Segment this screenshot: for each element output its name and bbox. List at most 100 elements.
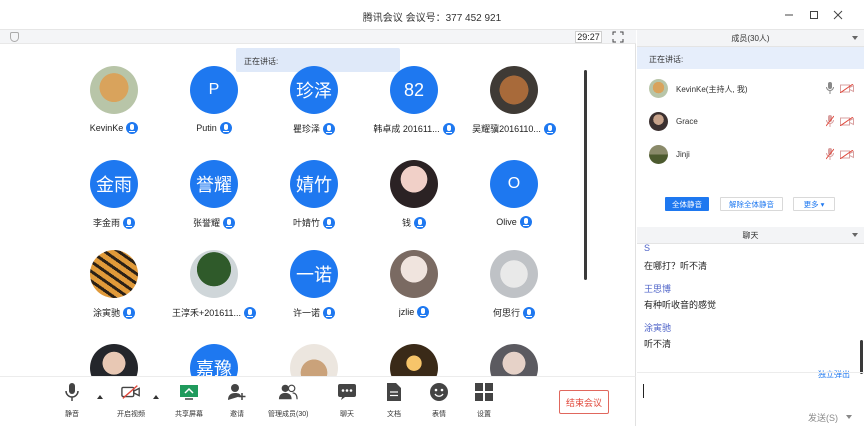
member-row[interactable]: KevinKe(主持人, 我) <box>637 73 864 105</box>
participant-name: 许一诺 <box>292 308 320 318</box>
chat-scrollbar[interactable] <box>860 340 863 374</box>
microphone-icon <box>126 122 139 134</box>
participant-name: 韩卓成 201611... <box>373 124 440 134</box>
avatar <box>90 250 138 298</box>
chat-message: 在哪打？听不清 <box>644 261 708 271</box>
participant-name: 王淳禾+201611... <box>171 308 242 318</box>
invite-button[interactable]: 邀请 <box>227 381 247 425</box>
more-button[interactable]: 更多 ▾ <box>793 197 835 211</box>
chat-message: 有种听收音的感觉 <box>644 300 717 310</box>
speaking-row: 正在讲话: <box>637 47 864 69</box>
collapse-icon[interactable] <box>852 36 858 40</box>
audio-options-caret[interactable] <box>97 395 103 399</box>
members-header[interactable]: 成员(30人) <box>637 30 864 47</box>
chat-sender: 涂寅驰 <box>644 323 672 333</box>
microphone-icon <box>417 306 430 318</box>
collapse-icon[interactable] <box>852 233 858 237</box>
microphone-icon <box>323 216 335 229</box>
microphone-icon <box>523 306 535 319</box>
close-button[interactable] <box>829 6 847 24</box>
avatar: 誉耀 <box>190 160 238 208</box>
chat-input[interactable]: 发送(S) <box>637 372 864 426</box>
meeting-timer: 29:27 <box>575 31 602 43</box>
microphone-muted-icon[interactable] <box>826 115 834 127</box>
apps-grid-icon <box>475 383 493 401</box>
microphone-icon <box>219 122 232 134</box>
avatar: 珍泽 <box>290 66 338 114</box>
microphone-icon <box>223 216 235 229</box>
avatar: 婧竹 <box>290 160 338 208</box>
member-row[interactable]: Jinji <box>637 139 864 171</box>
chat-icon <box>338 384 356 400</box>
chat-button[interactable]: 聊天 <box>337 381 357 425</box>
close-icon <box>833 10 843 20</box>
camera-off-icon <box>121 385 140 399</box>
avatar <box>390 250 438 298</box>
chat-sender: 王思博 <box>644 284 672 294</box>
docs-button[interactable]: 文档 <box>384 381 404 425</box>
end-meeting-button[interactable]: 结束会议 <box>559 390 609 414</box>
members-icon <box>279 384 298 400</box>
member-name: Jinji <box>676 150 690 159</box>
microphone-icon[interactable] <box>826 82 834 94</box>
avatar <box>649 79 668 98</box>
member-name: KevinKe(主持人, 我) <box>676 85 748 94</box>
avatar: P <box>190 66 238 114</box>
manage-members-button[interactable]: 管理成员(30) <box>268 381 308 425</box>
title-bar: 腾讯会议 会议号：377 452 921 <box>0 0 864 30</box>
participant-name: 何思行 <box>492 308 520 318</box>
minimize-icon <box>785 14 793 16</box>
maximize-icon <box>810 11 818 19</box>
participant-name: 李金雨 <box>92 218 120 228</box>
window-title: 腾讯会议 会议号：377 452 921 <box>362 13 502 24</box>
participant-name: 涂寅驰 <box>92 308 120 318</box>
unmute-all-button[interactable]: 解除全体静音 <box>720 197 783 211</box>
avatar <box>190 250 238 298</box>
participant-name: Putin <box>196 123 217 133</box>
emoji-icon <box>430 383 448 401</box>
side-panel: 成员(30人) 正在讲话: KevinKe(主持人, 我) Grace Jinji … <box>637 30 864 426</box>
share-screen-button[interactable]: 共享屏幕 <box>175 381 203 425</box>
avatar: O <box>490 160 538 208</box>
mute-button[interactable]: 静音 <box>62 381 82 425</box>
send-options-caret[interactable] <box>846 415 852 419</box>
avatar <box>490 250 538 298</box>
microphone-muted-icon[interactable] <box>826 148 834 160</box>
fullscreen-icon[interactable] <box>612 31 624 43</box>
avatar: 82 <box>390 66 438 114</box>
participant-name: 叶婧竹 <box>292 218 320 228</box>
meeting-toolbar: 静音 开启视频 共享屏幕 邀请 管理成员(30) 聊天 文档 表情 设置 结束会… <box>0 376 636 426</box>
participant-name-row: Olive <box>450 216 578 228</box>
share-screen-icon <box>180 385 198 400</box>
grid-scrollbar[interactable] <box>584 70 587 280</box>
avatar: 一诺 <box>290 250 338 298</box>
microphone-icon <box>123 306 135 319</box>
microphone-icon <box>414 216 426 229</box>
member-row[interactable]: Grace <box>637 106 864 138</box>
maximize-button[interactable] <box>805 6 823 24</box>
shield-icon[interactable] <box>10 32 19 42</box>
camera-off-icon[interactable] <box>840 150 854 159</box>
microphone-icon <box>65 383 79 401</box>
chat-header[interactable]: 聊天 <box>637 227 864 244</box>
video-button[interactable]: 开启视频 <box>117 381 145 425</box>
add-user-icon <box>228 384 246 400</box>
settings-button[interactable]: 设置 <box>474 381 494 425</box>
participant-name: 吴耀骥2016110... <box>472 124 541 134</box>
avatar <box>390 160 438 208</box>
video-options-caret[interactable] <box>153 395 159 399</box>
text-cursor <box>643 384 644 398</box>
camera-off-icon[interactable] <box>840 84 854 93</box>
send-button[interactable]: 发送(S) <box>808 411 838 424</box>
chevron-down-icon: ▾ <box>820 199 825 209</box>
mute-all-button[interactable]: 全体静音 <box>665 197 709 211</box>
participant-name: 瞿珍泽 <box>292 124 320 134</box>
avatar <box>490 66 538 114</box>
camera-off-icon[interactable] <box>840 117 854 126</box>
meeting-info-strip: 29:27 <box>0 30 636 44</box>
emoji-button[interactable]: 表情 <box>429 381 449 425</box>
minimize-button[interactable] <box>780 6 798 24</box>
microphone-icon <box>543 122 556 135</box>
member-actions: 全体静音 解除全体静音 更多 ▾ <box>637 193 864 213</box>
chat-message: 听不清 <box>644 339 672 349</box>
